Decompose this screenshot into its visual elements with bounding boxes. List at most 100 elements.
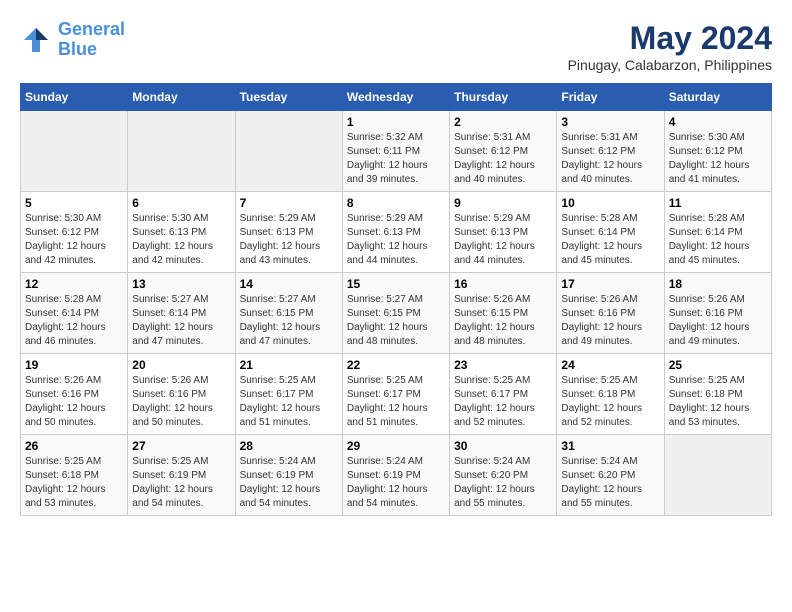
day-info: Sunrise: 5:27 AM Sunset: 6:15 PM Dayligh…: [240, 293, 338, 349]
day-number: 4: [669, 115, 767, 129]
day-info: Sunrise: 5:28 AM Sunset: 6:14 PM Dayligh…: [561, 212, 659, 268]
logo-text: General Blue: [58, 20, 125, 60]
day-cell: 20 Sunrise: 5:26 AM Sunset: 6:16 PM Dayli…: [128, 354, 235, 435]
page-header: General Blue May 2024 Pinugay, Calabarzo…: [20, 20, 772, 73]
day-number: 22: [347, 358, 445, 372]
day-cell: 12Sunrise: 5:28 AM Sunset: 6:14 PM Dayli…: [21, 273, 128, 354]
day-number: 8: [347, 196, 445, 210]
day-number: 2: [454, 115, 552, 129]
day-number: 16: [454, 277, 552, 291]
day-number: 25: [669, 358, 767, 372]
day-cell: 26Sunrise: 5:25 AM Sunset: 6:18 PM Dayli…: [21, 435, 128, 516]
day-info: Sunrise: 5:27 AM Sunset: 6:14 PM Dayligh…: [132, 293, 230, 349]
day-info: Sunrise: 5:29 AM Sunset: 6:13 PM Dayligh…: [347, 212, 445, 268]
logo: General Blue: [20, 20, 125, 60]
day-number: 10: [561, 196, 659, 210]
day-info: Sunrise: 5:24 AM Sunset: 6:19 PM Dayligh…: [240, 455, 338, 511]
weekday-header-sunday: Sunday: [21, 84, 128, 111]
day-info: Sunrise: 5:32 AM Sunset: 6:11 PM Dayligh…: [347, 131, 445, 187]
day-cell: 5 Sunrise: 5:30 AM Sunset: 6:12 PM Daylig…: [21, 192, 128, 273]
weekday-header-monday: Monday: [128, 84, 235, 111]
day-cell: 13 Sunrise: 5:27 AM Sunset: 6:14 PM Dayli…: [128, 273, 235, 354]
weekday-header-wednesday: Wednesday: [342, 84, 449, 111]
day-number: 5: [25, 196, 123, 210]
day-info: Sunrise: 5:26 AM Sunset: 6:16 PM Dayligh…: [132, 374, 230, 430]
day-number: 27: [132, 439, 230, 453]
day-number: 31: [561, 439, 659, 453]
day-number: 12: [25, 277, 123, 291]
day-cell: 28 Sunrise: 5:24 AM Sunset: 6:19 PM Dayli…: [235, 435, 342, 516]
week-row-1: 1 Sunrise: 5:32 AM Sunset: 6:11 PM Daylig…: [21, 111, 772, 192]
weekday-header-saturday: Saturday: [664, 84, 771, 111]
day-cell: [128, 111, 235, 192]
day-number: 21: [240, 358, 338, 372]
day-cell: 8 Sunrise: 5:29 AM Sunset: 6:13 PM Daylig…: [342, 192, 449, 273]
day-cell: 1 Sunrise: 5:32 AM Sunset: 6:11 PM Daylig…: [342, 111, 449, 192]
day-cell: 18 Sunrise: 5:26 AM Sunset: 6:16 PM Dayli…: [664, 273, 771, 354]
day-info: Sunrise: 5:29 AM Sunset: 6:13 PM Dayligh…: [454, 212, 552, 268]
day-cell: 23 Sunrise: 5:25 AM Sunset: 6:17 PM Dayli…: [450, 354, 557, 435]
day-number: 1: [347, 115, 445, 129]
weekday-header-row: SundayMondayTuesdayWednesdayThursdayFrid…: [21, 84, 772, 111]
week-row-5: 26Sunrise: 5:25 AM Sunset: 6:18 PM Dayli…: [21, 435, 772, 516]
day-number: 14: [240, 277, 338, 291]
day-info: Sunrise: 5:30 AM Sunset: 6:13 PM Dayligh…: [132, 212, 230, 268]
day-cell: 27 Sunrise: 5:25 AM Sunset: 6:19 PM Dayli…: [128, 435, 235, 516]
day-info: Sunrise: 5:30 AM Sunset: 6:12 PM Dayligh…: [25, 212, 123, 268]
subtitle: Pinugay, Calabarzon, Philippines: [568, 57, 772, 73]
day-number: 18: [669, 277, 767, 291]
week-row-4: 19 Sunrise: 5:26 AM Sunset: 6:16 PM Dayli…: [21, 354, 772, 435]
day-cell: 30Sunrise: 5:24 AM Sunset: 6:20 PM Dayli…: [450, 435, 557, 516]
day-number: 3: [561, 115, 659, 129]
day-info: Sunrise: 5:26 AM Sunset: 6:16 PM Dayligh…: [25, 374, 123, 430]
day-info: Sunrise: 5:24 AM Sunset: 6:20 PM Dayligh…: [561, 455, 659, 511]
day-number: 13: [132, 277, 230, 291]
day-info: Sunrise: 5:25 AM Sunset: 6:17 PM Dayligh…: [454, 374, 552, 430]
day-cell: 6 Sunrise: 5:30 AM Sunset: 6:13 PM Daylig…: [128, 192, 235, 273]
day-cell: 19 Sunrise: 5:26 AM Sunset: 6:16 PM Dayli…: [21, 354, 128, 435]
day-info: Sunrise: 5:31 AM Sunset: 6:12 PM Dayligh…: [561, 131, 659, 187]
day-info: Sunrise: 5:26 AM Sunset: 6:16 PM Dayligh…: [669, 293, 767, 349]
day-number: 19: [25, 358, 123, 372]
main-title: May 2024: [568, 20, 772, 57]
day-info: Sunrise: 5:25 AM Sunset: 6:18 PM Dayligh…: [669, 374, 767, 430]
day-cell: 22 Sunrise: 5:25 AM Sunset: 6:17 PM Dayli…: [342, 354, 449, 435]
day-number: 11: [669, 196, 767, 210]
day-cell: 7Sunrise: 5:29 AM Sunset: 6:13 PM Daylig…: [235, 192, 342, 273]
weekday-header-tuesday: Tuesday: [235, 84, 342, 111]
day-number: 24: [561, 358, 659, 372]
day-cell: 31 Sunrise: 5:24 AM Sunset: 6:20 PM Dayli…: [557, 435, 664, 516]
day-cell: 17Sunrise: 5:26 AM Sunset: 6:16 PM Dayli…: [557, 273, 664, 354]
day-number: 17: [561, 277, 659, 291]
weekday-header-thursday: Thursday: [450, 84, 557, 111]
day-cell: 14 Sunrise: 5:27 AM Sunset: 6:15 PM Dayli…: [235, 273, 342, 354]
day-cell: [664, 435, 771, 516]
day-number: 20: [132, 358, 230, 372]
week-row-2: 5 Sunrise: 5:30 AM Sunset: 6:12 PM Daylig…: [21, 192, 772, 273]
day-info: Sunrise: 5:25 AM Sunset: 6:19 PM Dayligh…: [132, 455, 230, 511]
day-info: Sunrise: 5:28 AM Sunset: 6:14 PM Dayligh…: [669, 212, 767, 268]
day-cell: [235, 111, 342, 192]
day-number: 29: [347, 439, 445, 453]
day-cell: 11 Sunrise: 5:28 AM Sunset: 6:14 PM Dayli…: [664, 192, 771, 273]
day-number: 6: [132, 196, 230, 210]
logo-icon: [20, 24, 52, 56]
day-number: 26: [25, 439, 123, 453]
day-info: Sunrise: 5:31 AM Sunset: 6:12 PM Dayligh…: [454, 131, 552, 187]
day-number: 9: [454, 196, 552, 210]
day-info: Sunrise: 5:26 AM Sunset: 6:15 PM Dayligh…: [454, 293, 552, 349]
day-info: Sunrise: 5:24 AM Sunset: 6:19 PM Dayligh…: [347, 455, 445, 511]
day-number: 28: [240, 439, 338, 453]
day-cell: 4Sunrise: 5:30 AM Sunset: 6:12 PM Daylig…: [664, 111, 771, 192]
day-info: Sunrise: 5:25 AM Sunset: 6:18 PM Dayligh…: [561, 374, 659, 430]
day-cell: 16 Sunrise: 5:26 AM Sunset: 6:15 PM Dayli…: [450, 273, 557, 354]
day-cell: 21Sunrise: 5:25 AM Sunset: 6:17 PM Dayli…: [235, 354, 342, 435]
day-cell: 10 Sunrise: 5:28 AM Sunset: 6:14 PM Dayli…: [557, 192, 664, 273]
day-number: 7: [240, 196, 338, 210]
day-info: Sunrise: 5:25 AM Sunset: 6:17 PM Dayligh…: [347, 374, 445, 430]
day-number: 23: [454, 358, 552, 372]
day-cell: 15Sunrise: 5:27 AM Sunset: 6:15 PM Dayli…: [342, 273, 449, 354]
calendar-table: SundayMondayTuesdayWednesdayThursdayFrid…: [20, 83, 772, 516]
title-block: May 2024 Pinugay, Calabarzon, Philippine…: [568, 20, 772, 73]
day-info: Sunrise: 5:24 AM Sunset: 6:20 PM Dayligh…: [454, 455, 552, 511]
